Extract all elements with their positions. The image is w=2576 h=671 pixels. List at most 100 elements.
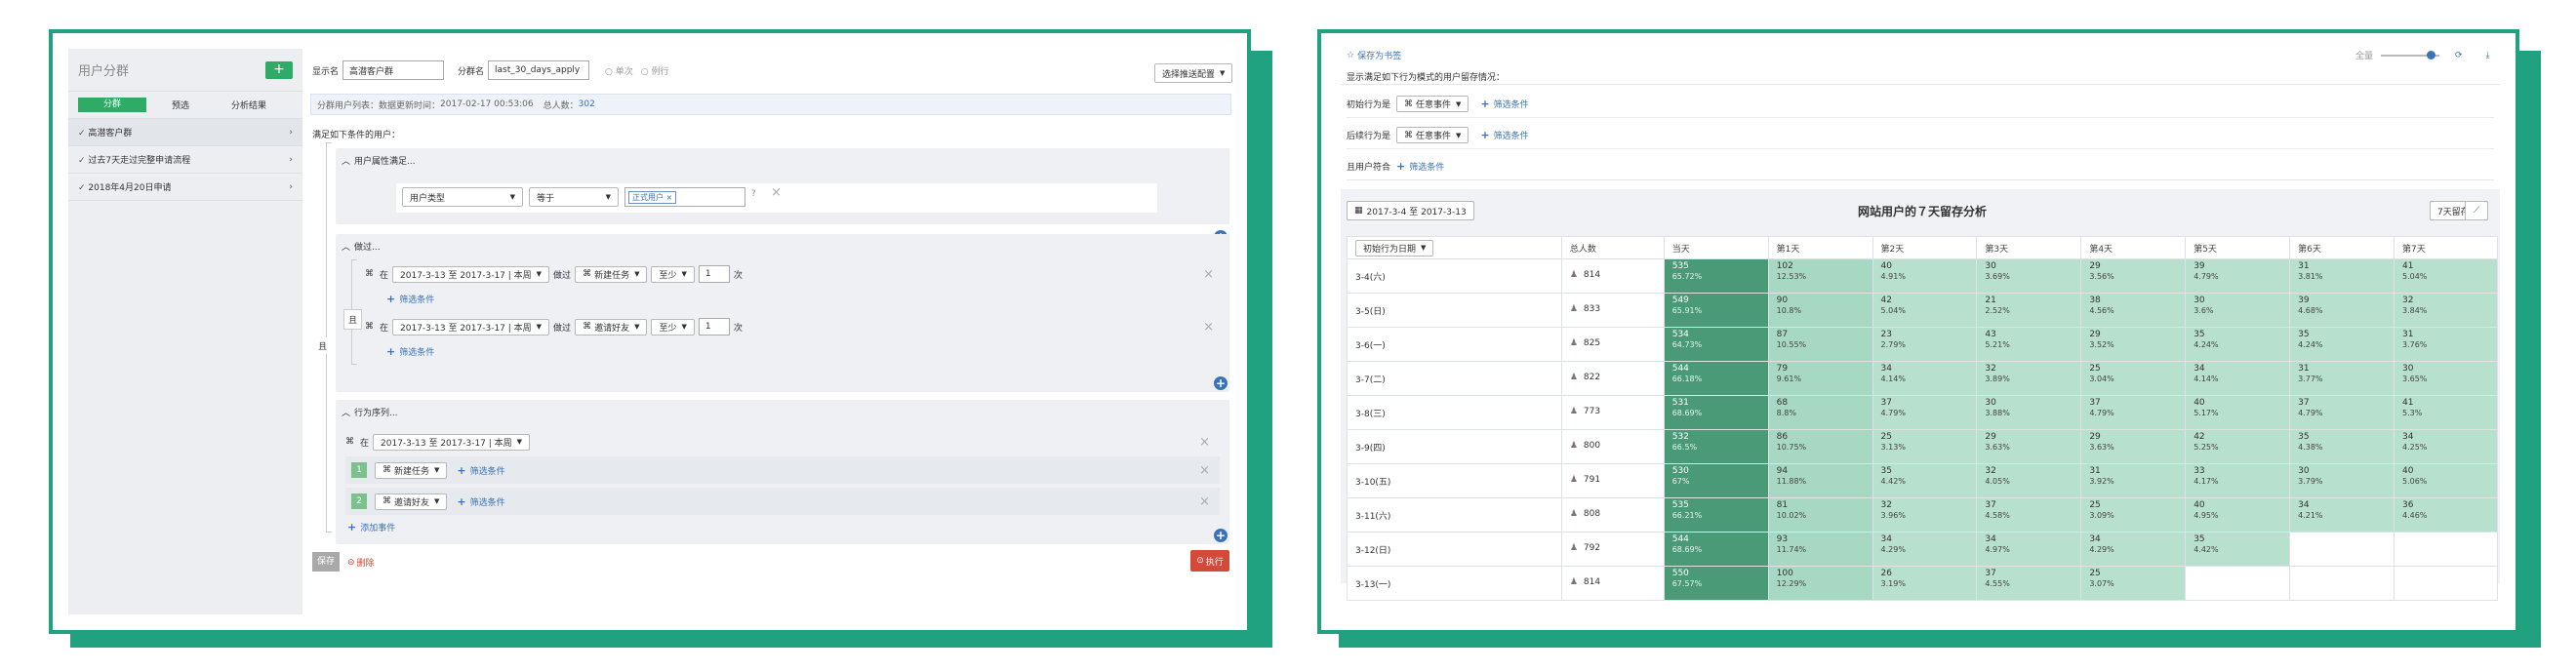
retention-cell[interactable]: 29 3.52% [2080,327,2187,362]
retention-cell[interactable]: 530 67% [1663,463,1769,498]
sidebar-item-1[interactable]: ✓ 过去7天走过完整申请流程 › [68,146,302,174]
row-total[interactable]: ♟ 833 [1560,293,1665,328]
download-icon[interactable]: ⤓ [2486,51,2490,60]
collapse-icon[interactable]: ︿ [342,240,350,253]
retention-cell[interactable]: 34 4.29% [2080,532,2187,567]
retention-cell[interactable]: 32 3.96% [1872,497,1978,533]
row-total[interactable]: ♟ 808 [1560,497,1665,533]
radio-once[interactable]: ○ 单次 [605,64,633,77]
row-total[interactable]: ♟ 773 [1560,395,1665,430]
row-total[interactable]: ♟ 814 [1560,566,1665,601]
retention-cell[interactable]: 32 3.84% [2393,293,2499,328]
retention-cell[interactable]: 42 5.25% [2185,429,2291,464]
remove-step-icon[interactable]: × [1199,494,1210,509]
add-did-icon[interactable]: + [1214,376,1228,390]
did-event-select[interactable]: ⌘ 新建任务 ▼ [575,265,648,283]
retention-cell[interactable]: 41 5.04% [2393,258,2499,294]
retention-cell[interactable]: 29 3.63% [2080,429,2187,464]
seq-filter-link[interactable]: 筛选条件 [470,495,505,508]
return-event-select[interactable]: ⌘ 任意事件 ▼ [1396,127,1469,143]
retention-cell[interactable]: 43 5.21% [1976,327,2082,362]
retention-cell[interactable]: 34 4.14% [2185,361,2291,396]
retention-cell[interactable]: 534 64.73% [1663,327,1769,362]
did-compare-select[interactable]: 至少 ▼ [651,265,695,283]
retention-cell[interactable]: 37 4.55% [1976,566,2082,601]
zoom-slider[interactable] [2381,50,2440,59]
total-count[interactable]: 302 [579,99,595,109]
seq-event-select[interactable]: ⌘ 邀请好友 ▼ [375,493,448,510]
tab-segment[interactable]: 分群 [78,98,146,112]
retention-cell[interactable]: 86 10.75% [1767,429,1873,464]
save-button[interactable]: 保存 [312,552,340,572]
retention-cell[interactable]: 40 4.91% [1872,258,1978,294]
initial-event-select[interactable]: ⌘ 任意事件 ▼ [1396,96,1469,112]
retention-cell[interactable]: 531 68.69% [1663,395,1769,430]
retention-cell[interactable]: 544 66.18% [1663,361,1769,396]
return-filter-link[interactable]: 筛选条件 [1494,129,1529,141]
retention-cell[interactable]: 532 66.5% [1663,429,1769,464]
chart-toggle-icon[interactable]: ⟋ [2465,201,2488,220]
retention-cell[interactable]: 29 3.63% [1976,429,2082,464]
retention-cell[interactable]: 32 4.05% [1976,463,2082,498]
retention-cell[interactable]: 100 12.29% [1767,566,1873,601]
retention-cell[interactable]: 35 4.42% [1872,463,1978,498]
operator-select[interactable]: 等于 ▼ [529,187,619,207]
retention-cell[interactable]: 25 3.09% [2080,497,2187,533]
collapse-icon[interactable]: ︿ [342,154,350,167]
retention-cell[interactable]: 30 3.6% [2185,293,2291,328]
retention-cell[interactable]: 21 2.52% [1976,293,2082,328]
retention-cell[interactable]: 40 5.06% [2393,463,2499,498]
retention-cell[interactable]: 25 3.04% [2080,361,2187,396]
retention-cell[interactable]: 81 10.02% [1767,497,1873,533]
retention-cell[interactable]: 544 68.69% [1663,532,1769,567]
add-segment-button[interactable]: + [265,60,293,79]
retention-cell[interactable]: 34 4.29% [1872,532,1978,567]
retention-cell[interactable]: 37 4.79% [2080,395,2187,430]
initial-filter-link[interactable]: 筛选条件 [1494,98,1529,110]
retention-cell[interactable]: 37 4.58% [1976,497,2082,533]
retention-cell[interactable]: 37 4.79% [2289,395,2395,430]
did-compare-select[interactable]: 至少 ▼ [651,318,695,336]
seq-date-select[interactable]: 2017-3-13 至 2017-3-17 | 本周 ▼ [373,433,531,451]
seq-filter-link[interactable]: 筛选条件 [470,464,505,477]
retention-cell[interactable]: 34 4.21% [2289,497,2395,533]
retention-cell[interactable]: 35 4.24% [2289,327,2395,362]
row-total[interactable]: ♟ 792 [1560,532,1665,567]
retention-cell[interactable]: 87 10.55% [1767,327,1873,362]
retention-cell[interactable]: 34 4.14% [1872,361,1978,396]
did-filter-link[interactable]: 筛选条件 [399,293,434,305]
remove-step-icon[interactable]: × [1199,463,1210,478]
remove-condition-icon[interactable]: × [1203,267,1214,282]
collapse-icon[interactable]: ︿ [342,406,350,418]
retention-cell[interactable]: 68 8.8% [1767,395,1873,430]
remove-condition-icon[interactable]: × [771,185,782,200]
display-name-input[interactable]: 高潜客户群 [342,60,445,80]
tab-preselect[interactable]: 预选 [146,99,215,111]
retention-cell[interactable]: 35 4.38% [2289,429,2395,464]
row-total[interactable]: ♟ 800 [1560,429,1665,464]
retention-cell[interactable]: 31 3.77% [2289,361,2395,396]
retention-cell[interactable]: 40 5.17% [2185,395,2291,430]
value-tag[interactable]: 正式用户 × [628,190,677,204]
retention-cell[interactable]: 32 3.89% [1976,361,2082,396]
did-count-input[interactable]: 1 [698,265,730,283]
retention-cell[interactable]: 25 3.13% [1872,429,1978,464]
zoom-slider-thumb[interactable] [2427,50,2436,59]
retention-cell[interactable]: 94 11.88% [1767,463,1873,498]
did-filter-link[interactable]: 筛选条件 [399,345,434,358]
retention-cell[interactable]: 535 66.21% [1663,497,1769,533]
retention-cell[interactable]: 25 3.07% [2080,566,2187,601]
retention-cell[interactable]: 102 12.53% [1767,258,1873,294]
retention-cell[interactable]: 37 4.79% [1872,395,1978,430]
retention-cell[interactable]: 42 5.04% [1872,293,1978,328]
save-bookmark-link[interactable]: 保存为书签 [1357,49,1401,61]
seq-event-select[interactable]: ⌘ 新建任务 ▼ [375,461,448,479]
retention-cell[interactable]: 79 9.61% [1767,361,1873,396]
refresh-icon[interactable]: ⟳ [2455,51,2463,60]
retention-cell[interactable]: 93 11.74% [1767,532,1873,567]
did-event-select[interactable]: ⌘ 邀请好友 ▼ [575,318,648,336]
retention-cell[interactable]: 23 2.79% [1872,327,1978,362]
add-event-link[interactable]: 添加事件 [360,521,395,533]
retention-cell[interactable]: 30 3.79% [2289,463,2395,498]
value-input[interactable]: 正式用户 × [624,187,745,207]
